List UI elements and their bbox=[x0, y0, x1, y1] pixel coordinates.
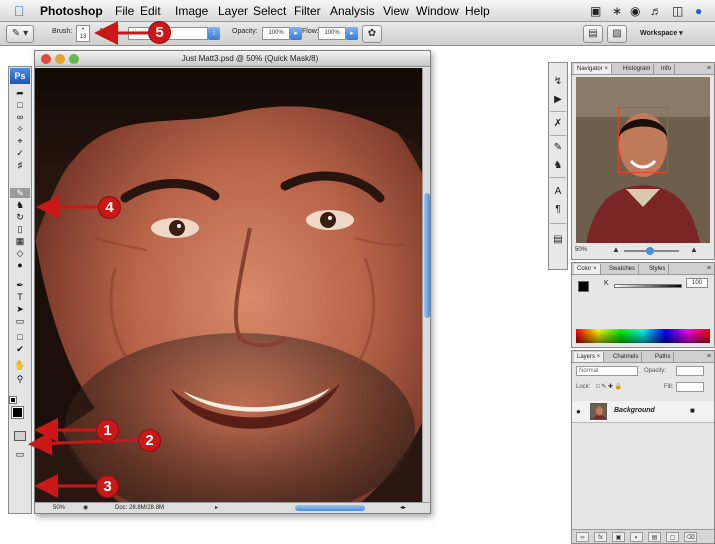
callout-4: 4 bbox=[98, 196, 121, 219]
callout-1: 1 bbox=[96, 419, 119, 442]
callout-2: 2 bbox=[138, 429, 161, 452]
callout-3: 3 bbox=[96, 475, 119, 498]
callout-5: 5 bbox=[148, 21, 171, 44]
callout-arrows bbox=[28, 21, 148, 498]
screenshot:  Photoshop File Edit Image Layer Select… bbox=[0, 0, 715, 544]
callout-2-arrow bbox=[28, 431, 139, 456]
